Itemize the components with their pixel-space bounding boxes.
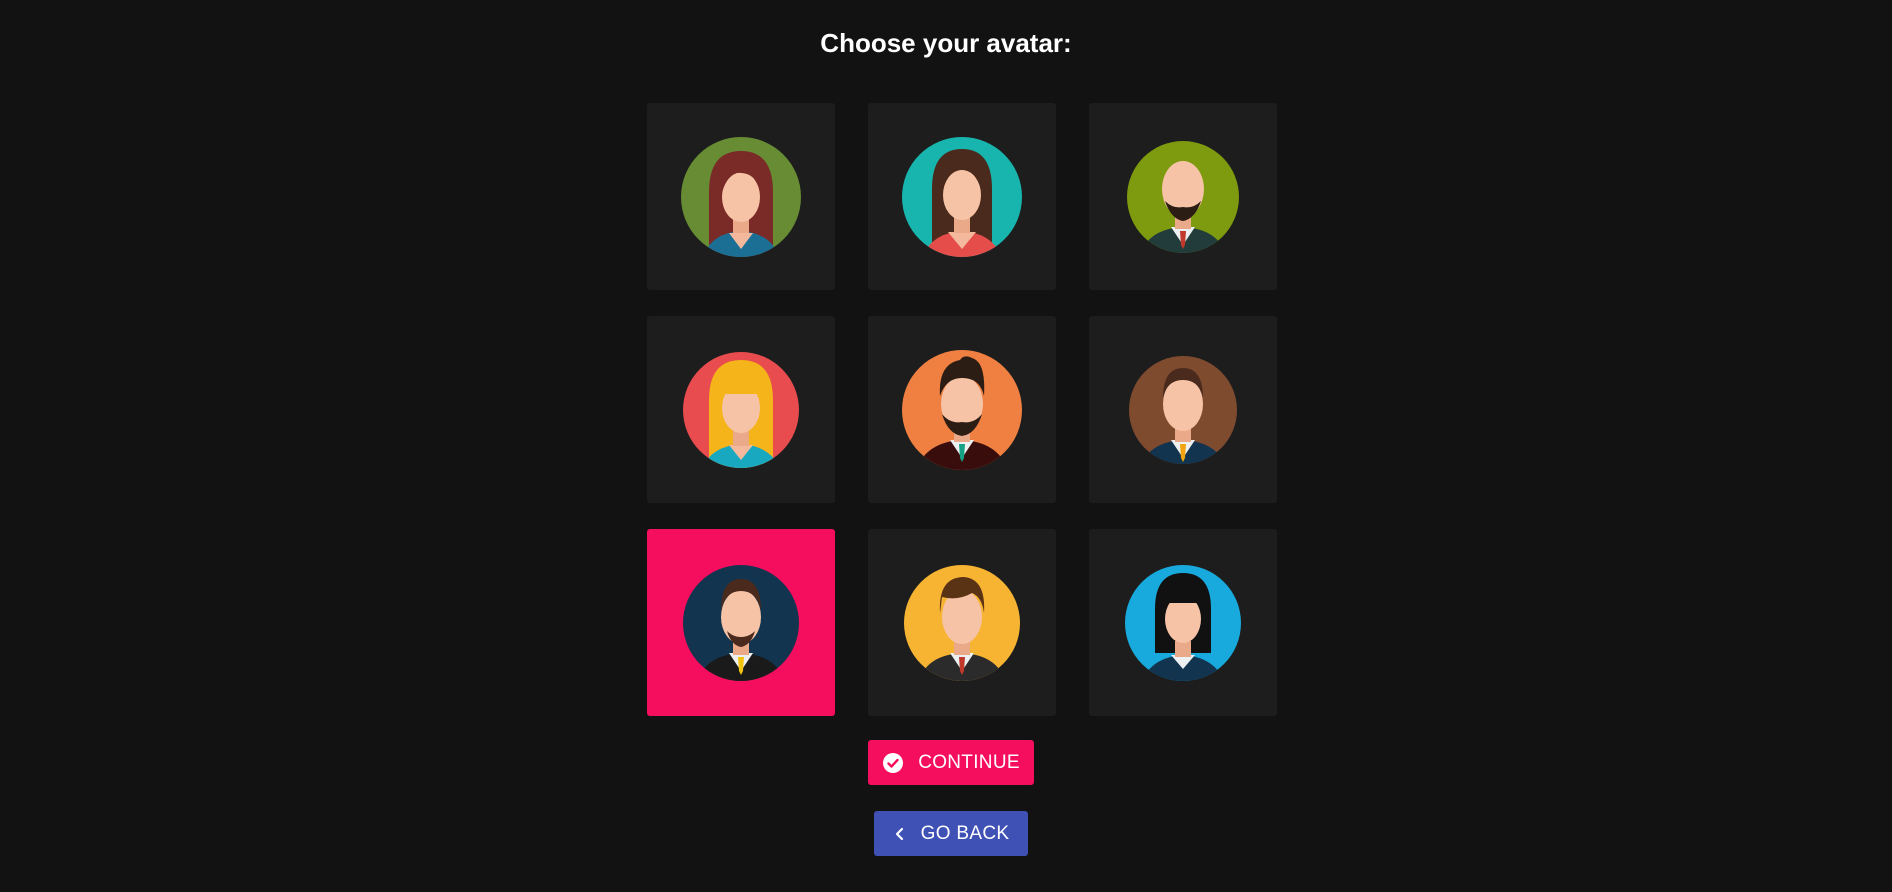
avatar-man-goatee-icon	[683, 564, 799, 681]
go-back-label: GO BACK	[920, 822, 1010, 844]
avatar-tile-5[interactable]	[868, 316, 1056, 503]
avatar-bald-man-beard-icon	[1127, 140, 1239, 253]
avatar-man-short-hair-icon	[1129, 355, 1237, 464]
avatar-woman-red-hair-icon	[681, 136, 801, 257]
avatar-tile-6[interactable]	[1089, 316, 1277, 503]
avatar-tile-1[interactable]	[647, 103, 835, 290]
avatar-grid	[647, 103, 1277, 716]
avatar-tile-3[interactable]	[1089, 103, 1277, 290]
avatar-woman-blonde-hair-icon	[683, 351, 799, 468]
avatar-man-quiff-beard-icon	[902, 349, 1022, 470]
avatar-tile-7[interactable]	[647, 529, 835, 716]
avatar-man-side-part-icon	[904, 564, 1020, 681]
avatar-tile-9[interactable]	[1089, 529, 1277, 716]
avatar-tile-2[interactable]	[868, 103, 1056, 290]
page-title: Choose your avatar:	[820, 28, 1072, 58]
chevron-left-icon	[893, 826, 907, 842]
continue-button[interactable]: CONTINUE	[868, 740, 1034, 785]
go-back-button[interactable]: GO BACK	[874, 811, 1028, 856]
avatar-woman-brown-hair-icon	[902, 136, 1022, 257]
avatar-tile-4[interactable]	[647, 316, 835, 503]
continue-label: CONTINUE	[918, 751, 1020, 773]
avatar-woman-black-bob-icon	[1125, 564, 1241, 681]
avatar-tile-8[interactable]	[868, 529, 1056, 716]
check-circle-icon	[882, 752, 904, 774]
